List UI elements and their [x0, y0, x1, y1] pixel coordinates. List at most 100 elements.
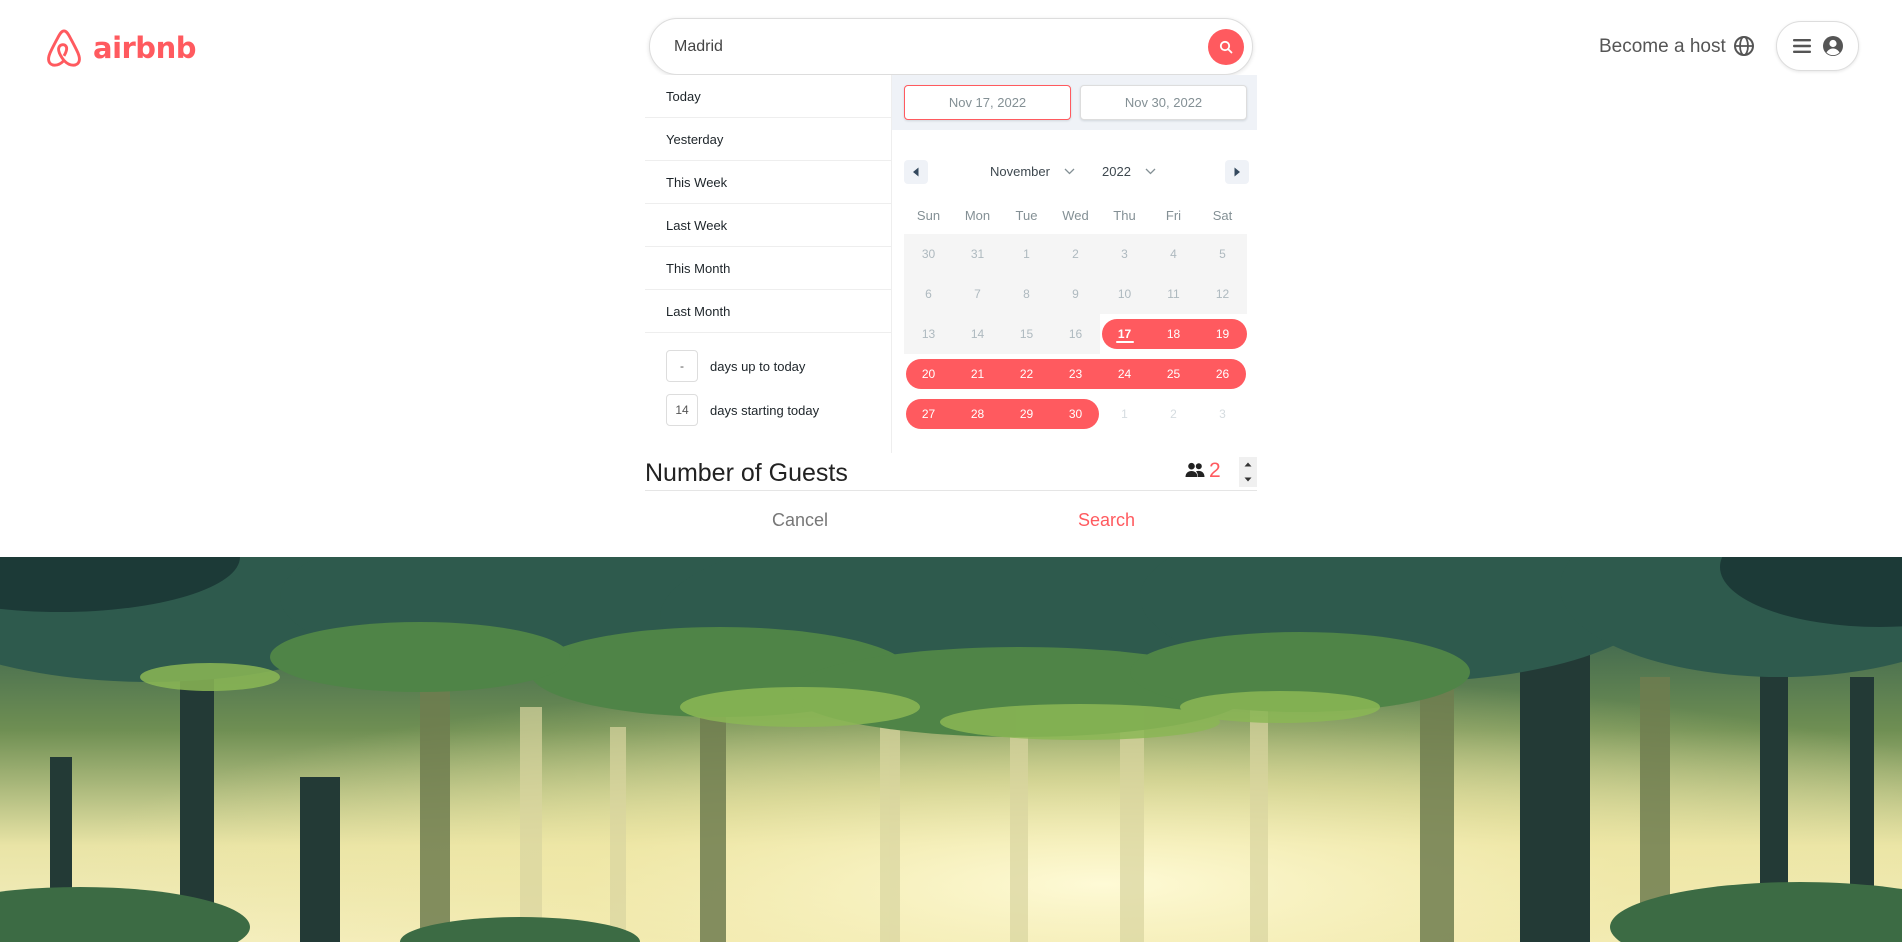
next-month-button[interactable] — [1225, 160, 1249, 184]
calendar-day[interactable]: 18 — [1149, 314, 1198, 354]
calendar-day[interactable]: 20 — [904, 354, 953, 394]
calendar-day[interactable]: 9 — [1051, 274, 1100, 314]
hamburger-icon — [1792, 39, 1811, 53]
calendar-week: 27 28 29 30 1 2 3 — [904, 394, 1247, 434]
calendar-day[interactable]: 30 — [904, 234, 953, 274]
calendar-day[interactable]: 1 — [1100, 394, 1149, 434]
caret-down-icon[interactable] — [1244, 477, 1252, 482]
weekday-label: Fri — [1165, 208, 1182, 223]
calendar-day[interactable]: 5 — [1198, 234, 1247, 274]
range-last-week[interactable]: Last Week — [645, 204, 891, 247]
people-icon — [1185, 462, 1205, 477]
calendar: Nov 17, 2022 Nov 30, 2022 November 2022 … — [892, 75, 1257, 453]
user-circle-icon — [1822, 36, 1843, 56]
search-input[interactable] — [674, 37, 1174, 56]
weekday-label: Mon — [964, 208, 991, 223]
calendar-week: 20 21 22 23 24 25 26 — [904, 354, 1247, 394]
weekday-label: Sat — [1212, 208, 1233, 223]
calendar-day[interactable]: 22 — [1002, 354, 1051, 394]
calendar-day[interactable]: 1 — [1002, 234, 1051, 274]
weekday-label: Tue — [1015, 208, 1038, 223]
page: airbnb Become a host — [0, 0, 1902, 942]
caret-right-icon — [1234, 167, 1240, 177]
brand-name: airbnb — [93, 31, 196, 65]
guests-row: Number of Guests — [645, 453, 1257, 491]
range-last-month[interactable]: Last Month — [645, 290, 891, 333]
calendar-week: 13 14 15 16 17 18 19 — [904, 314, 1247, 354]
days-up-to-today-row: - days up to today — [666, 350, 805, 382]
calendar-day[interactable]: 19 — [1198, 314, 1247, 354]
caret-up-icon[interactable] — [1244, 462, 1252, 467]
calendar-day[interactable]: 3 — [1100, 234, 1149, 274]
airbnb-logo[interactable]: airbnb — [43, 25, 196, 71]
month-navigation: November 2022 — [904, 160, 1249, 184]
calendar-day[interactable]: 3 — [1198, 394, 1247, 434]
weekday-header: Sun Mon Tue Wed Thu Fri Sat — [904, 208, 1247, 223]
days-up-to-today-input[interactable]: - — [666, 350, 698, 382]
search-bar — [649, 18, 1253, 75]
calendar-day[interactable]: 4 — [1149, 234, 1198, 274]
calendar-day[interactable]: 6 — [904, 274, 953, 314]
globe-button[interactable] — [1733, 35, 1755, 62]
guests-stepper[interactable] — [1239, 457, 1257, 487]
search-icon — [1219, 40, 1233, 54]
caret-left-icon — [913, 167, 919, 177]
static-ranges-panel: Today Yesterday This Week Last Week This… — [645, 75, 892, 453]
year-select[interactable]: 2022 — [1102, 164, 1156, 179]
become-host-link[interactable]: Become a host — [1599, 36, 1726, 58]
calendar-day[interactable]: 21 — [953, 354, 1002, 394]
calendar-days: 30 31 1 2 3 4 5 6 7 8 9 10 11 12 13 14 1… — [904, 234, 1247, 434]
days-starting-today-row: 14 days starting today — [666, 394, 819, 426]
calendar-week: 30 31 1 2 3 4 5 — [904, 234, 1247, 274]
days-starting-today-label: days starting today — [710, 402, 820, 418]
range-this-week[interactable]: This Week — [645, 161, 891, 204]
calendar-week: 6 7 8 9 10 11 12 — [904, 274, 1247, 314]
cancel-button[interactable]: Cancel — [772, 510, 828, 531]
calendar-day-today[interactable]: 17 — [1100, 314, 1149, 354]
calendar-day-number: 17 — [1117, 327, 1132, 341]
month-select[interactable]: November — [990, 164, 1075, 179]
hero-banner-image — [0, 557, 1902, 942]
forest-illustration — [0, 557, 1902, 942]
calendar-day[interactable]: 23 — [1051, 354, 1100, 394]
calendar-day[interactable]: 25 — [1149, 354, 1198, 394]
today-indicator — [1115, 341, 1134, 343]
calendar-day[interactable]: 16 — [1051, 314, 1100, 354]
range-this-month[interactable]: This Month — [645, 247, 891, 290]
globe-icon — [1734, 36, 1754, 56]
calendar-day[interactable]: 28 — [953, 394, 1002, 434]
calendar-day[interactable]: 27 — [904, 394, 953, 434]
range-today[interactable]: Today — [645, 75, 891, 118]
calendar-day[interactable]: 15 — [1002, 314, 1051, 354]
prev-month-button[interactable] — [904, 160, 928, 184]
calendar-day[interactable]: 11 — [1149, 274, 1198, 314]
calendar-day[interactable]: 24 — [1100, 354, 1149, 394]
calendar-day[interactable]: 31 — [953, 234, 1002, 274]
calendar-day[interactable]: 26 — [1198, 354, 1247, 394]
calendar-day[interactable]: 14 — [953, 314, 1002, 354]
calendar-day[interactable]: 7 — [953, 274, 1002, 314]
end-date-field[interactable]: Nov 30, 2022 — [1080, 85, 1247, 120]
chevron-down-icon — [1145, 168, 1156, 175]
search-button[interactable] — [1208, 29, 1244, 65]
days-up-to-today-label: days up to today — [710, 358, 806, 374]
calendar-day[interactable]: 8 — [1002, 274, 1051, 314]
calendar-day[interactable]: 2 — [1149, 394, 1198, 434]
user-menu-button[interactable] — [1776, 21, 1859, 71]
calendar-day[interactable]: 13 — [904, 314, 953, 354]
calendar-day[interactable]: 29 — [1002, 394, 1051, 434]
chevron-down-icon — [1064, 168, 1075, 175]
calendar-day[interactable]: 2 — [1051, 234, 1100, 274]
calendar-day[interactable]: 10 — [1100, 274, 1149, 314]
weekday-label: Sun — [916, 208, 941, 223]
start-date-field[interactable]: Nov 17, 2022 — [904, 85, 1071, 120]
calendar-day[interactable]: 12 — [1198, 274, 1247, 314]
airbnb-belo-icon — [47, 29, 81, 67]
days-starting-today-input[interactable]: 14 — [666, 394, 698, 426]
month-label: November — [990, 164, 1050, 179]
range-yesterday[interactable]: Yesterday — [645, 118, 891, 161]
search-submit-button[interactable]: Search — [1078, 510, 1135, 531]
weekday-label: Wed — [1062, 208, 1089, 223]
date-display: Nov 17, 2022 Nov 30, 2022 — [892, 75, 1257, 130]
calendar-day[interactable]: 30 — [1051, 394, 1100, 434]
